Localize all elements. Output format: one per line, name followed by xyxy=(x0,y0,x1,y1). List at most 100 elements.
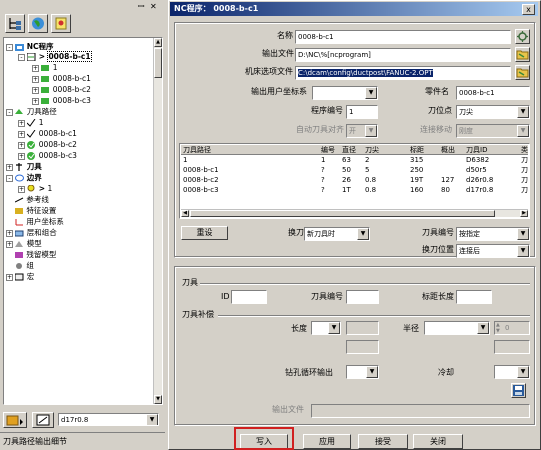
tree-node[interactable]: + 0008-b-c1 xyxy=(18,128,77,139)
table-row[interactable]: 0008-b-c3? 1T 0.8 160 80 d17r0.8 刀 xyxy=(181,186,528,195)
table-column-header[interactable]: 刀具路径 xyxy=(183,145,211,155)
table-column-header[interactable]: 编号 xyxy=(321,145,335,155)
dialog-close-button[interactable]: x xyxy=(522,4,535,15)
hscroll-thumb[interactable] xyxy=(190,210,495,217)
expand-icon[interactable]: + xyxy=(18,119,25,127)
tool-change-pos-select[interactable]: 连接后 ▼ xyxy=(456,244,530,258)
scroll-left-icon[interactable]: ◀ xyxy=(181,210,189,217)
pin-icon[interactable]: ꟷ xyxy=(138,2,145,12)
explorer-tab-button[interactable] xyxy=(28,14,48,33)
output-ucs-select[interactable]: ▼ xyxy=(312,86,378,100)
radius-select[interactable]: ▼ xyxy=(424,321,490,335)
close-button[interactable]: 关闭 xyxy=(413,434,463,449)
tree-scrollbar[interactable]: ▲ ▼ xyxy=(153,38,162,404)
tool-type-button[interactable] xyxy=(32,412,54,428)
tree-node[interactable]: 参考线 xyxy=(6,194,49,205)
chevron-down-icon[interactable]: ▼ xyxy=(517,245,529,257)
table-hscrollbar[interactable]: ◀ ▶ xyxy=(181,209,528,217)
tree-node[interactable]: 组 xyxy=(6,260,34,271)
chevron-down-icon[interactable]: ▼ xyxy=(517,228,529,240)
tree-node[interactable]: + 0008-b-c2 xyxy=(18,139,77,150)
scroll-down-icon[interactable]: ▼ xyxy=(154,395,162,404)
notes-tab-button[interactable] xyxy=(51,14,71,33)
tree-node[interactable]: + 层和组合 xyxy=(6,227,57,238)
table-row[interactable]: 1 1 63 2 315 D6382 刀 xyxy=(181,156,528,165)
tool-icon-button[interactable] xyxy=(3,412,27,428)
expand-icon[interactable]: + xyxy=(6,240,13,248)
collapse-icon[interactable]: - xyxy=(18,53,25,61)
collapse-icon[interactable]: - xyxy=(6,174,13,182)
chevron-down-icon[interactable]: ▼ xyxy=(517,366,529,378)
expand-icon[interactable]: + xyxy=(6,163,13,171)
collapse-icon[interactable]: - xyxy=(6,43,13,51)
apply-button[interactable]: 应用 xyxy=(303,434,351,449)
tree-node[interactable]: - 刀具路径 xyxy=(6,106,57,117)
expand-icon[interactable]: + xyxy=(6,273,13,281)
tree-node[interactable]: 用户坐标系 xyxy=(6,216,64,227)
expand-icon[interactable]: + xyxy=(18,152,25,160)
machine-option-field[interactable]: C:\dcam\config\ductpost\FANUC-2.OPT xyxy=(295,66,511,80)
tool-number-select[interactable]: 按指定 ▼ xyxy=(456,227,530,241)
chevron-down-icon[interactable]: ▼ xyxy=(366,366,378,378)
chevron-down-icon[interactable]: ▼ xyxy=(517,106,529,118)
toolpath-table[interactable]: 刀具路径 编号 直径 刀尖 标距 概出 刀具ID 类 1 1 63 2 315 D6382 刀 0008-b… xyxy=(179,143,530,219)
table-column-header[interactable]: 刀具ID xyxy=(466,145,487,155)
expand-icon[interactable]: + xyxy=(18,130,25,138)
tool-selector[interactable]: d17r0.8 ▼ xyxy=(58,413,159,426)
chevron-down-icon[interactable]: ▼ xyxy=(365,87,377,99)
collapse-icon[interactable]: - xyxy=(6,108,13,116)
expand-icon[interactable]: + xyxy=(32,86,39,94)
output-file-field[interactable]: D:\NC\%[ncprogram] xyxy=(295,48,511,62)
tree-node[interactable]: 残留模型 xyxy=(6,249,56,260)
tool-change-select[interactable]: 新刀具时 ▼ xyxy=(304,227,370,241)
scroll-up-icon[interactable]: ▲ xyxy=(154,38,162,47)
tree-node[interactable]: + 0008-b-c2 xyxy=(32,84,91,95)
dialog-titlebar[interactable]: NC程序： 0008-b-c1 xyxy=(170,2,538,16)
table-row[interactable]: 0008-b-c1? 50 5 250 d50r5 刀 xyxy=(181,166,528,175)
chevron-down-icon[interactable]: ▼ xyxy=(357,228,369,240)
expand-icon[interactable]: + xyxy=(32,75,39,83)
expand-icon[interactable]: + xyxy=(32,97,39,105)
expand-icon[interactable]: + xyxy=(32,64,39,72)
id-field[interactable] xyxy=(231,290,267,304)
tree-node[interactable]: + > 1 xyxy=(18,183,52,194)
explorer-tree[interactable]: - NC程序 - > 0008-b-c1 + 1 + 0008-b-c1 + 0008-… xyxy=(3,37,163,405)
expand-icon[interactable]: + xyxy=(18,141,25,149)
tool-no-field[interactable] xyxy=(346,290,379,304)
tree-node[interactable]: + 模型 xyxy=(6,238,42,249)
expand-icon[interactable]: + xyxy=(6,229,13,237)
chevron-down-icon[interactable]: ▼ xyxy=(146,414,158,425)
save-icon-button[interactable] xyxy=(511,383,526,398)
name-edit-button[interactable] xyxy=(515,29,530,44)
chevron-down-icon[interactable]: ▼ xyxy=(477,322,489,334)
output-file-browse-button[interactable] xyxy=(515,47,530,62)
gauge-length-field[interactable] xyxy=(456,290,492,304)
table-column-header[interactable]: 刀尖 xyxy=(365,145,379,155)
tree-node[interactable]: + 宏 xyxy=(6,271,34,282)
panel-close-icon[interactable]: ✕ xyxy=(150,2,157,12)
drill-cycle-select[interactable]: ▼ xyxy=(346,365,379,379)
tree-node[interactable]: + 刀具 xyxy=(6,161,42,172)
tree-node[interactable]: + 1 xyxy=(18,117,44,128)
table-column-header[interactable]: 概出 xyxy=(441,145,455,155)
table-column-header[interactable]: 类 xyxy=(521,145,528,155)
program-number-field[interactable]: 1 xyxy=(346,105,378,119)
tree-node[interactable]: + 0008-b-c3 xyxy=(32,95,91,106)
name-field[interactable]: 0008-b-c1 xyxy=(295,30,511,44)
tree-node[interactable]: - 边界 xyxy=(6,172,42,183)
table-row[interactable]: 0008-b-c2? 26 0.8 19T 127 d26r0.8 刀 xyxy=(181,176,528,185)
tree-node[interactable]: + 0008-b-c1 xyxy=(32,73,91,84)
machine-option-browse-button[interactable] xyxy=(515,65,530,80)
part-name-field[interactable]: 0008-b-c1 xyxy=(456,86,530,100)
reset-button[interactable]: 重设 xyxy=(181,226,228,240)
length-select[interactable]: ▼ xyxy=(311,321,341,335)
scroll-thumb[interactable] xyxy=(154,48,162,78)
tool-point-select[interactable]: 刀尖 ▼ xyxy=(456,105,530,119)
scroll-right-icon[interactable]: ▶ xyxy=(520,210,528,217)
table-column-header[interactable]: 直径 xyxy=(342,145,356,155)
tree-node[interactable]: 特征设置 xyxy=(6,205,56,216)
chevron-down-icon[interactable]: ▼ xyxy=(328,322,340,334)
coolant-select[interactable]: ▼ xyxy=(494,365,530,379)
expand-icon[interactable]: + xyxy=(18,185,25,193)
tree-tab-button[interactable] xyxy=(5,14,25,33)
